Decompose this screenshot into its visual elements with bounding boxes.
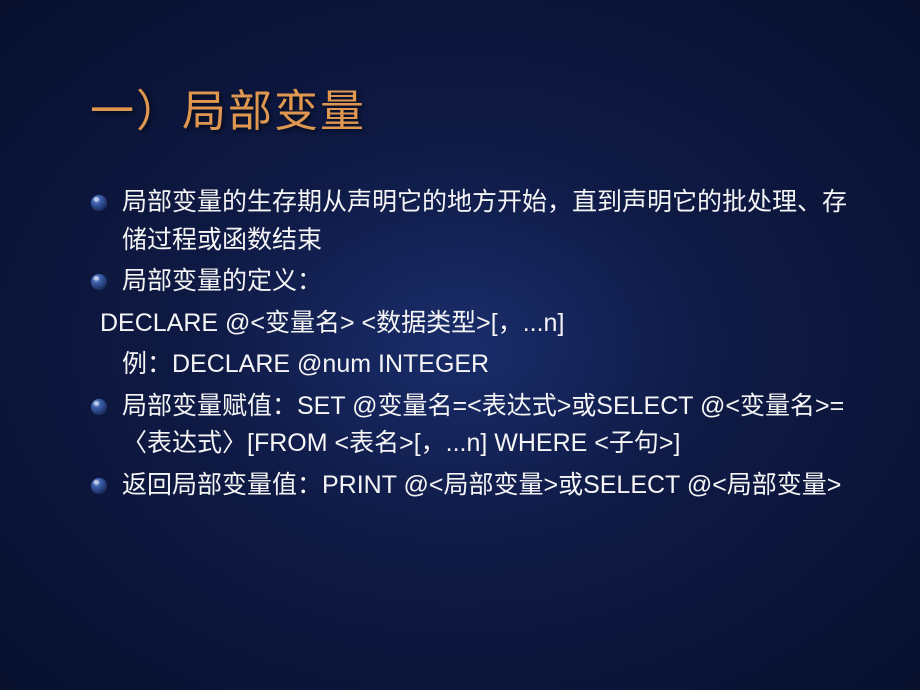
bullet-text: 局部变量的定义： [122,263,850,301]
bullet-item: 局部变量的定义： [90,263,850,301]
bullet-text: 返回局部变量值：PRINT @<局部变量>或SELECT @<局部变量> [122,467,850,505]
slide-title: 一）局部变量 [90,75,850,139]
sphere-bullet-icon [90,273,108,291]
bullet-text: 局部变量的生存期从声明它的地方开始，直到声明它的批处理、存储过程或函数结束 [122,184,850,259]
bullet-item: 局部变量的生存期从声明它的地方开始，直到声明它的批处理、存储过程或函数结束 [90,184,850,259]
bullet-item: 返回局部变量值：PRINT @<局部变量>或SELECT @<局部变量> [90,467,850,505]
sphere-bullet-icon [90,194,108,212]
sub-text: DECLARE @<变量名> <数据类型>[，...n] [100,305,850,343]
sphere-bullet-icon [90,398,108,416]
bullet-item: 局部变量赋值：SET @变量名=<表达式>或SELECT @<变量名>=〈表达式… [90,388,850,463]
sphere-bullet-icon [90,477,108,495]
bullet-text: 局部变量赋值：SET @变量名=<表达式>或SELECT @<变量名>=〈表达式… [122,388,850,463]
slide-content: 局部变量的生存期从声明它的地方开始，直到声明它的批处理、存储过程或函数结束 局部… [90,184,850,504]
sub-text: 例：DECLARE @num INTEGER [122,346,850,384]
slide-container: 一）局部变量 局部变量的生存期从声明它的地方开始，直到声明它的批处理、存储过程或… [0,0,920,690]
